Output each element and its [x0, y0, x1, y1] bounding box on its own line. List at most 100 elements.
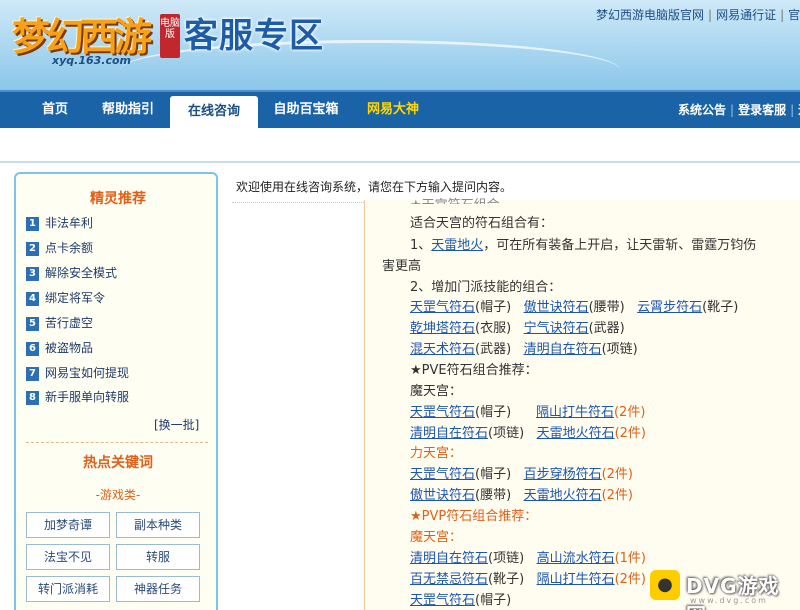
pvp-mo-title: 魔天宫： — [410, 530, 463, 545]
nav-online-consult[interactable]: 在线咨询 — [170, 96, 258, 130]
answer-row: 天罡气符石(帽子) 傲世诀符石(腰带) 云霄步符石(靴子) — [410, 296, 738, 315]
slot: (项链) — [488, 551, 525, 566]
answer-row: 天罡气符石(帽子) 隔山打牛符石(2件) — [410, 401, 645, 420]
answer-link[interactable]: 清明自在符石 — [524, 342, 602, 357]
count: (2件) — [601, 488, 634, 503]
keyword-button[interactable]: 转服 — [116, 544, 200, 570]
pvp-title-text: ★PVP符石组合推荐： — [410, 509, 538, 524]
official-site-link[interactable]: 梦幻西游电脑版官网 — [596, 8, 704, 22]
count: (2件) — [614, 572, 647, 587]
answer-link[interactable]: 天罡气符石 — [410, 300, 475, 315]
count: (1件) — [614, 551, 647, 566]
site-header: 梦幻西游 电脑版 xyq.163.com 客服专区 梦幻西游电脑版官网 | 网易通行… — [0, 0, 800, 90]
sub-bar — [0, 128, 800, 163]
answer-link[interactable]: 云霄步符石 — [637, 300, 702, 315]
count: (2件) — [614, 426, 647, 441]
watermark-sub: www.dvg.com — [690, 596, 768, 605]
rec-num: 1 — [26, 216, 39, 231]
sidebar: 精灵推荐 1 非法牟利 2 点卡余额 3 解除安全模式 4 绑定将军令 5 苦行虚空 6被… — [14, 172, 218, 610]
nav-home[interactable]: 首页 — [24, 92, 86, 128]
passport-link[interactable]: 网易通行证 — [716, 8, 776, 22]
nav-toolbox[interactable]: 自助百宝箱 — [264, 92, 348, 128]
answer-link[interactable]: 天罡气符石 — [410, 593, 475, 608]
keyword-button[interactable]: 神器任务 — [116, 576, 200, 602]
answer-link[interactable]: 高山流水符石 — [537, 551, 615, 566]
answer-link[interactable]: 天罡气符石 — [410, 405, 475, 420]
slot: (帽子) — [475, 300, 512, 315]
answer-partial-line: ★天宫符石组合 — [410, 194, 500, 204]
rec-num: 8 — [26, 390, 39, 405]
answer-link[interactable]: 百无禁忌符石 — [410, 572, 488, 587]
nav-right-links: 系统公告|登录客服|退 — [678, 92, 800, 128]
nav-help[interactable]: 帮助指引 — [92, 92, 164, 128]
rec-label: 解除安全模式 — [45, 266, 118, 280]
top-links: 梦幻西游电脑版官网|网易通行证|官方 — [596, 6, 800, 23]
site-logo[interactable]: 梦幻西游 电脑版 xyq.163.com — [12, 6, 180, 67]
slot: (腰带) — [588, 300, 625, 315]
answer-link[interactable]: 天雷地火符石 — [537, 426, 615, 441]
keyword-button[interactable]: 加梦奇谭 — [26, 512, 110, 538]
answer-link[interactable]: 天雷地火 — [431, 238, 483, 253]
rec-num: 3 — [26, 266, 39, 281]
answer-link[interactable]: 隔山打牛符石 — [537, 572, 615, 587]
pve-title: ★PVE符石组合推荐： — [410, 363, 538, 378]
answer-link[interactable]: 傲世诀符石 — [524, 300, 589, 315]
welcome-text: 欢迎使用在线咨询系统，请您在下方输入提问内容。 — [236, 180, 513, 194]
keyword-button[interactable]: 转门派消耗 — [26, 576, 110, 602]
answer-row: 百无禁忌符石(靴子) 隔山打牛符石(2件) — [410, 568, 646, 587]
slot: (靴子) — [702, 300, 739, 315]
logo-url: xyq.163.com — [52, 54, 131, 67]
answer-row: 乾坤塔符石(衣服) 宁气诀符石(武器) — [410, 317, 625, 336]
answer-link[interactable]: 混天术符石 — [410, 342, 475, 357]
answer-link[interactable]: 天罡气符石 — [410, 467, 475, 482]
rec-item[interactable]: 1 非法牟利 — [26, 214, 93, 234]
keyword-button[interactable]: 副本种类 — [116, 512, 200, 538]
slot: (武器) — [588, 321, 625, 336]
refresh-button[interactable]: [换一批] — [154, 416, 199, 433]
answer-row: 天罡气符石(帽子) 百步穿杨符石(2件) — [410, 463, 633, 482]
rec-label: 点卡余额 — [45, 241, 94, 255]
answer-link[interactable]: 清明自在符石 — [410, 426, 488, 441]
watermark: ● DVG游戏网 www.dvg.com — [650, 566, 800, 610]
slot: (腰带) — [475, 488, 512, 503]
rec-num: 5 — [26, 316, 39, 331]
answer-link[interactable]: 宁气诀符石 — [524, 321, 589, 336]
answer-link[interactable]: 天雷地火符石 — [524, 488, 602, 503]
login-service-link[interactable]: 登录客服 — [738, 103, 786, 117]
rec-item[interactable]: 5 苦行虚空 — [26, 314, 93, 334]
slot: (帽子) — [475, 467, 512, 482]
rec-item[interactable]: 8 新手服单向转服 — [26, 388, 129, 408]
rec-label: 苦行虚空 — [45, 316, 94, 330]
answer-link[interactable]: 乾坤塔符石 — [410, 321, 475, 336]
answer-link[interactable]: 傲世诀符石 — [410, 488, 475, 503]
sidebar-divider — [26, 442, 208, 443]
rec-item[interactable]: 6 被盗物品 — [26, 339, 93, 359]
answer-link[interactable]: 百步穿杨符石 — [524, 467, 602, 482]
answer-link[interactable]: 清明自在符石 — [410, 551, 488, 566]
point-text: ，可在所有装备上开启，让天雷斩、雷霆万钧伤 — [483, 238, 757, 253]
answer-row: 傲世诀符石(腰带) 天雷地火符石(2件) — [410, 484, 633, 503]
rec-item[interactable]: 3 解除安全模式 — [26, 264, 117, 284]
slot: (帽子) — [475, 405, 512, 420]
answer-point-1-cont: 害更高 — [382, 259, 422, 274]
rec-num: 2 — [26, 241, 39, 256]
recommend-title: 精灵推荐 — [90, 191, 146, 207]
rec-item[interactable]: 2 点卡余额 — [26, 239, 93, 259]
slot: (武器) — [475, 342, 512, 357]
rec-item[interactable]: 7 网易宝如何提现 — [26, 364, 129, 384]
rec-num: 6 — [26, 341, 39, 356]
answer-row: 清明自在符石(项链) 高山流水符石(1件) — [410, 547, 646, 566]
hot-keywords-title: 热点关键词 — [83, 455, 153, 471]
keyword-button[interactable]: 法宝不见 — [26, 544, 110, 570]
system-notice-link[interactable]: 系统公告 — [678, 103, 726, 117]
pve-li-title: 力天宫： — [410, 446, 463, 461]
rec-item[interactable]: 4 绑定将军令 — [26, 289, 105, 309]
nav-netease-dashen[interactable]: 网易大神 — [356, 92, 430, 128]
pvp-title: ★PVP符石组合推荐： — [410, 505, 537, 524]
answer-link[interactable]: 隔山打牛符石 — [536, 405, 614, 420]
rec-label: 网易宝如何提现 — [45, 366, 130, 380]
slot: (靴子) — [488, 572, 525, 587]
official-link[interactable]: 官方 — [788, 8, 800, 22]
rec-label: 新手服单向转服 — [45, 390, 130, 404]
slot: (项链) — [601, 342, 638, 357]
